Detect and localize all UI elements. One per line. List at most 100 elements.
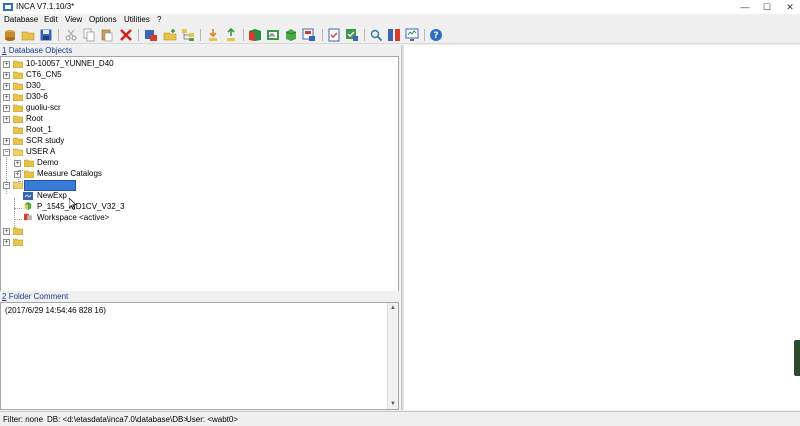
paste-icon[interactable] xyxy=(100,28,114,42)
folder-icon xyxy=(13,238,23,246)
expand-icon[interactable]: + xyxy=(3,61,10,68)
tree-item[interactable]: + CT6_CN5 xyxy=(1,70,201,81)
folder-icon xyxy=(13,71,23,79)
database-objects-header: 1 Database Objects xyxy=(0,45,401,56)
tree-item-label: Root_1 xyxy=(26,125,52,134)
rename-input[interactable] xyxy=(24,180,76,191)
tree-item[interactable]: NewExp xyxy=(1,191,201,202)
menu-edit[interactable]: Edit xyxy=(44,15,58,24)
expand-icon[interactable]: + xyxy=(3,239,10,246)
folder-comment-textarea[interactable]: (2017/6/29 14:54:46 828 16) ▲ ▼ xyxy=(0,302,399,410)
tree-item[interactable]: + xyxy=(1,226,201,237)
tree-item[interactable]: − USER A xyxy=(1,147,201,158)
tree-item[interactable]: Workspace <active> xyxy=(1,213,201,224)
folder-icon xyxy=(13,126,23,134)
hierarchy-icon[interactable] xyxy=(181,28,195,42)
cut-icon[interactable] xyxy=(64,28,78,42)
folder-icon xyxy=(13,93,23,101)
save-icon[interactable] xyxy=(39,28,53,42)
menu-utilities[interactable]: Utilities xyxy=(124,15,150,24)
expand-icon[interactable]: + xyxy=(3,83,10,90)
tree-item-label: P_1545_MD1CV_V32_3 xyxy=(37,202,125,211)
database-objects-header-number: 1 xyxy=(2,46,7,55)
menu-help[interactable]: ? xyxy=(157,15,161,24)
calibration-icon[interactable] xyxy=(266,28,280,42)
folder-icon xyxy=(13,82,23,90)
tree-item-label: USER A xyxy=(26,147,56,156)
new-database-icon[interactable] xyxy=(3,28,17,42)
import-icon[interactable] xyxy=(206,28,220,42)
checklist-icon[interactable] xyxy=(327,28,341,42)
menu-database[interactable]: Database xyxy=(4,15,38,24)
copy-icon[interactable] xyxy=(82,28,96,42)
tree-item-label: Demo xyxy=(37,158,59,167)
project-icon[interactable] xyxy=(248,28,262,42)
folder-comment-text: (2017/6/29 14:54:46 828 16) xyxy=(5,306,106,315)
folder-icon xyxy=(13,227,23,235)
expand-icon[interactable]: + xyxy=(3,105,10,112)
tree-item[interactable]: + 10-10057_YUNNEI_D40 xyxy=(1,59,201,70)
expand-icon[interactable]: + xyxy=(3,228,10,235)
expand-icon[interactable]: + xyxy=(3,94,10,101)
expand-icon[interactable]: + xyxy=(3,116,10,123)
inca-app-icon xyxy=(3,3,13,11)
export-icon[interactable] xyxy=(224,28,238,42)
status-db-path: DB: <d:\etasdata\inca7.0\database\DB> xyxy=(47,415,188,424)
tree-item-selected[interactable]: − xyxy=(1,180,201,191)
minimize-button[interactable]: — xyxy=(738,1,752,13)
folder-comment-header: 2 Folder Comment xyxy=(0,291,401,302)
expand-icon[interactable]: + xyxy=(14,160,21,167)
scroll-up-icon[interactable]: ▲ xyxy=(388,303,398,313)
side-tab-handle[interactable] xyxy=(794,340,800,376)
open-folder-icon xyxy=(13,148,23,156)
maximize-button[interactable]: ☐ xyxy=(760,1,774,13)
workspace-icon[interactable] xyxy=(284,28,298,42)
tree-item[interactable]: + guoliu-scr xyxy=(1,103,201,114)
tree-item[interactable]: P_1545_MD1CV_V32_3 xyxy=(1,202,201,213)
expand-icon[interactable]: + xyxy=(14,171,21,178)
search-icon[interactable] xyxy=(369,28,383,42)
tree-item-label: SCR study xyxy=(26,136,65,145)
folder-icon xyxy=(24,170,34,178)
comment-vertical-scrollbar[interactable]: ▲ ▼ xyxy=(387,303,398,409)
tree-item[interactable]: + SCR study xyxy=(1,136,201,147)
folder-comment-header-number: 2 xyxy=(2,292,7,301)
menu-view[interactable]: View xyxy=(65,15,82,24)
right-pane xyxy=(404,45,800,410)
check-icon[interactable] xyxy=(345,28,359,42)
menu-options[interactable]: Options xyxy=(89,15,117,24)
expand-icon[interactable]: + xyxy=(3,72,10,79)
title-bar: INCA V7.1.10/3* — ☐ ✕ xyxy=(0,0,800,14)
tree-item[interactable]: + D30_ xyxy=(1,81,201,92)
tree-item[interactable]: Root_1 xyxy=(1,125,201,136)
window-title: INCA V7.1.10/3* xyxy=(16,2,75,11)
tree-item[interactable]: + Measure Catalogs xyxy=(1,169,201,180)
close-button[interactable]: ✕ xyxy=(783,1,797,13)
tree-item-label: D30_ xyxy=(26,81,46,90)
left-pane: 1 Database Objects + 10-10057_YUNNEI_D40… xyxy=(0,45,401,410)
tree-item[interactable]: + Demo xyxy=(1,158,201,169)
new-experiment-icon[interactable] xyxy=(144,28,158,42)
device-icon[interactable] xyxy=(302,28,316,42)
status-filter: Filter: none xyxy=(3,415,44,424)
svg-text:?: ? xyxy=(433,31,438,41)
help-icon[interactable]: ? xyxy=(429,28,443,42)
menu-bar: Database Edit View Options Utilities ? xyxy=(0,14,800,26)
monitor-icon[interactable] xyxy=(405,28,419,42)
open-folder-icon[interactable] xyxy=(21,28,35,42)
folder-icon xyxy=(13,115,23,123)
tree-item[interactable]: + xyxy=(1,237,201,248)
tree-item[interactable]: + Root xyxy=(1,114,201,125)
collapse-icon[interactable]: − xyxy=(3,149,10,156)
delete-icon[interactable] xyxy=(119,28,133,42)
tree-item[interactable]: + D30-6 xyxy=(1,92,201,103)
scroll-down-icon[interactable]: ▼ xyxy=(388,399,398,409)
database-tree[interactable]: + 10-10057_YUNNEI_D40 + CT6_CN5 + D30_ +… xyxy=(0,56,399,315)
expand-icon[interactable]: + xyxy=(3,138,10,145)
folder-icon xyxy=(13,137,23,145)
collapse-icon[interactable]: − xyxy=(3,182,10,189)
tree-item-label: D30-6 xyxy=(26,92,48,101)
folder-icon xyxy=(13,60,23,68)
compare-icon[interactable] xyxy=(387,28,401,42)
new-folder-icon[interactable] xyxy=(163,28,177,42)
